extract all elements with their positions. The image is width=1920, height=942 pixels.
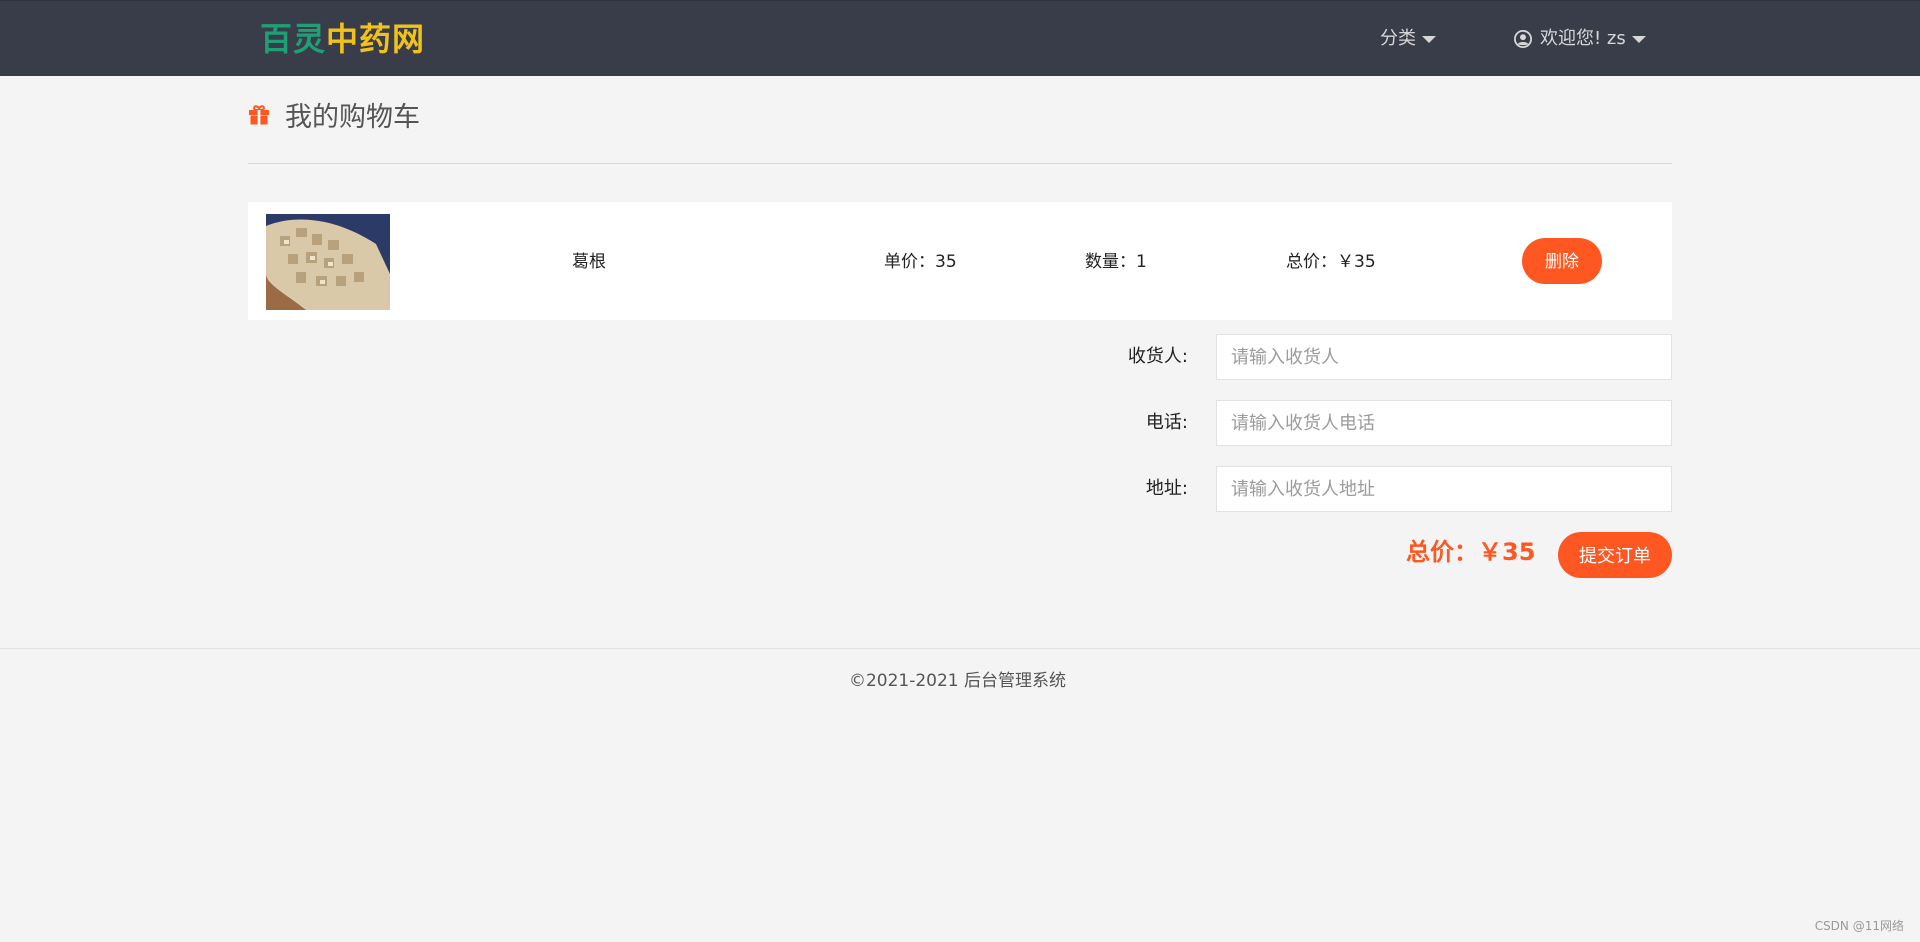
- delete-button[interactable]: 删除: [1522, 238, 1602, 284]
- address-label: 地址:: [1145, 478, 1188, 499]
- category-dropdown[interactable]: 分类: [1380, 25, 1436, 53]
- product-name: 葛根: [572, 252, 606, 272]
- phone-label: 电话:: [1145, 412, 1188, 433]
- cart-item-row: 葛根 单价：35 数量：1 总价：￥35 删除: [248, 202, 1672, 320]
- page-title: 我的购物车: [247, 95, 420, 134]
- user-circle-icon: [1514, 30, 1532, 48]
- watermark: CSDN @11网络: [1814, 919, 1904, 933]
- page-title-text: 我的购物车: [285, 102, 420, 133]
- unit-price: 单价：35: [884, 252, 957, 272]
- welcome-label: 欢迎您! zs: [1540, 28, 1626, 49]
- receiver-label: 收货人:: [1127, 346, 1188, 367]
- caret-down-icon: [1631, 35, 1646, 43]
- receiver-input[interactable]: [1216, 334, 1672, 380]
- product-image[interactable]: [266, 214, 390, 310]
- category-label: 分类: [1380, 28, 1416, 49]
- phone-input[interactable]: [1216, 400, 1672, 446]
- order-total: 总价：￥35: [1406, 538, 1536, 566]
- logo-text-green: 百灵: [260, 20, 327, 58]
- logo-text-yellow: 中药网: [326, 20, 426, 58]
- submit-order-button[interactable]: 提交订单: [1558, 532, 1672, 578]
- item-subtotal: 总价：￥35: [1286, 252, 1376, 272]
- caret-down-icon: [1422, 35, 1436, 43]
- quantity: 数量：1: [1085, 252, 1147, 272]
- divider: [248, 163, 1672, 164]
- user-menu[interactable]: 欢迎您! zs: [1514, 25, 1646, 53]
- top-navbar: 百灵中药网 分类 欢迎您! zs: [0, 0, 1920, 76]
- footer-divider: [0, 648, 1920, 649]
- product-photo: [266, 214, 390, 310]
- gift-icon: [249, 104, 269, 124]
- footer-copyright: ©2021-2021 后台管理系统: [848, 671, 1067, 691]
- site-logo[interactable]: 百灵中药网: [260, 19, 425, 59]
- address-input[interactable]: [1216, 466, 1672, 512]
